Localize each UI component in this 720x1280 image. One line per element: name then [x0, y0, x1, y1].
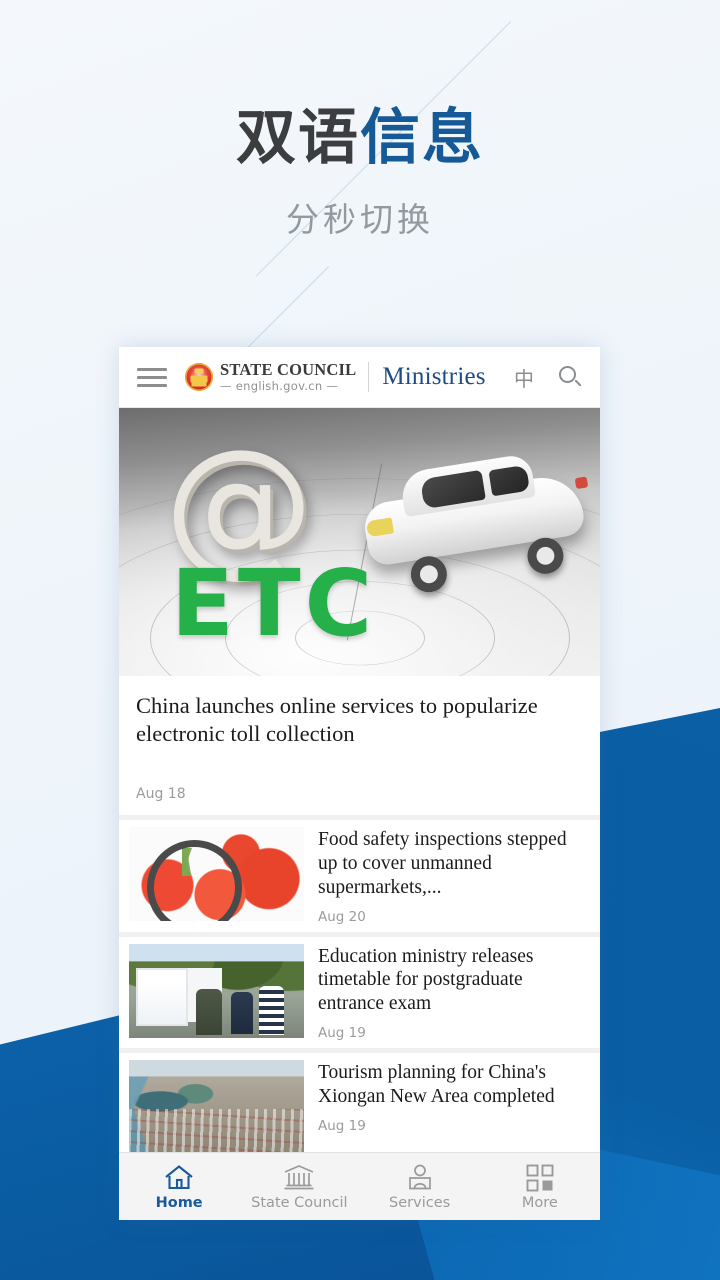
- lead-story[interactable]: China launches online services to popula…: [119, 676, 600, 816]
- header-divider: [368, 362, 370, 392]
- services-person-icon: [360, 1163, 480, 1193]
- list-item[interactable]: Food safety inspections stepped up to co…: [119, 820, 600, 932]
- tab-services[interactable]: Services: [360, 1163, 480, 1211]
- section-title: Ministries: [382, 363, 486, 390]
- list-item-title: Food safety inspections stepped up to co…: [318, 829, 567, 898]
- grid-more-icon: [480, 1163, 600, 1193]
- national-emblem-icon: [185, 363, 213, 391]
- hamburger-menu-icon[interactable]: [137, 367, 167, 387]
- list-item-date: Aug 20: [318, 908, 366, 925]
- search-icon[interactable]: [558, 365, 582, 389]
- list-item[interactable]: Tourism planning for China's Xiongan New…: [119, 1052, 600, 1161]
- promo-subheadline: 分秒切换: [286, 200, 434, 239]
- home-icon: [119, 1163, 239, 1193]
- promo-headline: 双语信息: [0, 108, 720, 168]
- tab-home[interactable]: Home: [119, 1163, 239, 1211]
- lead-story-title: China launches online services to popula…: [136, 693, 538, 747]
- government-building-icon: [239, 1163, 359, 1193]
- list-item-date: Aug 19: [318, 1117, 366, 1134]
- brand-subtitle: — english.gov.cn —: [220, 378, 339, 393]
- news-list: Food safety inspections stepped up to co…: [119, 815, 600, 1209]
- list-item-date: Aug 19: [318, 1024, 366, 1041]
- tab-more-label: More: [521, 1194, 558, 1211]
- language-toggle-button[interactable]: 中: [514, 363, 534, 392]
- tab-more[interactable]: More: [480, 1163, 600, 1211]
- phone-mockup: STATE COUNCIL — english.gov.cn — Ministr…: [119, 347, 600, 1220]
- tab-services-label: Services: [389, 1194, 451, 1211]
- list-item-thumbnail: [129, 1059, 304, 1154]
- promo-headline-part2: 信息: [360, 103, 484, 173]
- tab-state-council-label: State Council: [251, 1194, 348, 1211]
- list-item-title: Tourism planning for China's Xiongan New…: [318, 1061, 555, 1107]
- tab-state-council[interactable]: State Council: [239, 1163, 359, 1211]
- tab-home-label: Home: [155, 1194, 203, 1211]
- promo-page: 双语信息 分秒切换 STATE COUNCIL — english.gov.cn…: [0, 0, 720, 1280]
- etc-text-prop: ETC: [171, 550, 377, 657]
- bottom-navigation: Home State Council Services More: [119, 1152, 600, 1220]
- lead-story-date: Aug 18: [136, 786, 186, 803]
- app-header: STATE COUNCIL — english.gov.cn — Ministr…: [119, 347, 600, 408]
- list-item[interactable]: Education ministry releases timetable fo…: [119, 936, 600, 1048]
- list-item-thumbnail: [129, 827, 304, 922]
- list-item-title: Education ministry releases timetable fo…: [318, 945, 534, 1015]
- brand-title: STATE COUNCIL: [220, 360, 357, 379]
- list-item-thumbnail: [129, 943, 304, 1038]
- hero-image[interactable]: @ ETC: [119, 408, 600, 676]
- promo-headline-part1: 双语: [236, 103, 360, 173]
- brand-lockup[interactable]: STATE COUNCIL — english.gov.cn —: [185, 360, 357, 393]
